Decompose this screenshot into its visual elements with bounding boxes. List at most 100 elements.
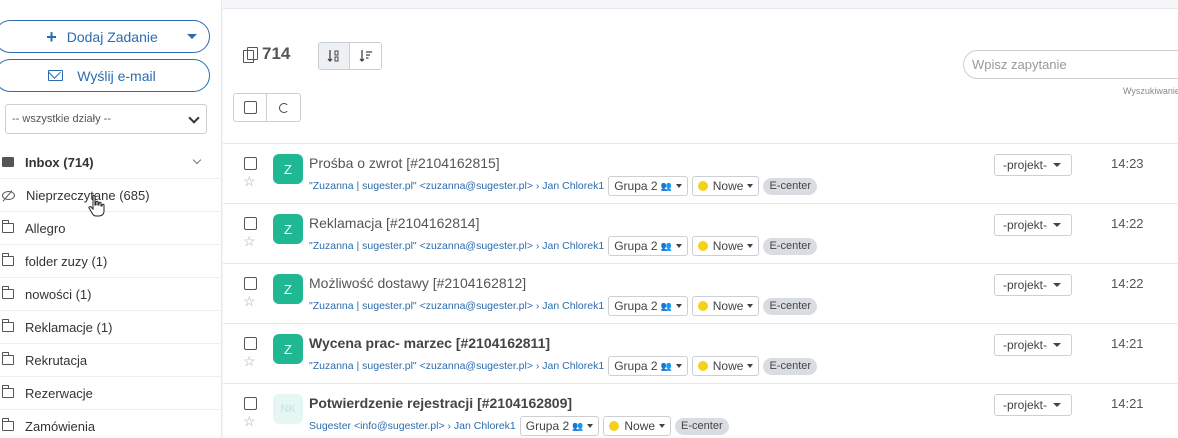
group-dropdown[interactable]: Grupa 2 👥 xyxy=(608,356,688,376)
folder-rezerwacje[interactable]: Rezerwacje xyxy=(0,377,222,410)
star-icon[interactable]: ☆ xyxy=(243,354,256,368)
avatar: Z xyxy=(273,274,303,304)
users-icon: 👥 xyxy=(660,240,672,251)
folder-icon xyxy=(2,253,14,266)
group-dropdown[interactable]: Grupa 2 👥 xyxy=(608,296,688,316)
star-icon[interactable]: ☆ xyxy=(243,414,256,428)
caret-down-icon xyxy=(1053,223,1062,227)
users-icon: 👥 xyxy=(660,300,672,311)
status-dropdown[interactable]: Nowe xyxy=(691,356,760,376)
status-dropdown[interactable]: Nowe xyxy=(691,176,760,196)
project-dropdown[interactable]: -projekt- xyxy=(994,154,1072,176)
project-dropdown[interactable]: -projekt- xyxy=(994,394,1072,416)
folder-zuzy[interactable]: folder zuzy (1) xyxy=(0,245,222,278)
select-all-checkbox[interactable] xyxy=(243,101,257,114)
project-dropdown[interactable]: -projekt- xyxy=(994,274,1072,296)
ticket-from[interactable]: Sugester <info@sugester.pl> › Jan Chlore… xyxy=(309,420,516,432)
envelope-icon xyxy=(48,70,64,81)
group-dropdown[interactable]: Grupa 2 👥 xyxy=(608,176,688,196)
folder-rekrutacja[interactable]: Rekrutacja xyxy=(0,344,222,377)
send-email-button[interactable]: Wyślij e-mail xyxy=(0,59,210,92)
tag-badge[interactable]: E-center xyxy=(763,297,818,315)
folder-icon xyxy=(2,220,14,233)
chevron-down-icon[interactable] xyxy=(192,155,202,165)
send-email-label: Wyślij e-mail xyxy=(77,67,156,84)
ticket-from[interactable]: "Zuzanna | sugester.pl" <zuzanna@sugeste… xyxy=(309,300,604,312)
search-input[interactable] xyxy=(963,50,1178,79)
ticket-row[interactable]: ☆ Z Reklamacja [#2104162814] "Zuzanna | … xyxy=(223,204,1178,264)
caret-down-icon xyxy=(675,304,682,308)
group-label: Grupa 2 xyxy=(525,419,570,433)
folder-icon xyxy=(2,385,14,398)
ticket-subject[interactable]: Potwierdzenie rejestracji [#2104162809] xyxy=(309,395,572,411)
status-dropdown[interactable]: Nowe xyxy=(691,296,760,316)
ticket-meta: Sugester <info@sugester.pl> › Jan Chlore… xyxy=(309,416,729,436)
main-panel: 714 Wyszukiwanie ☆ Z Prośba o zw xyxy=(223,0,1178,438)
status-dropdown[interactable]: Nowe xyxy=(691,236,760,256)
caret-down-icon[interactable] xyxy=(187,34,197,39)
group-dropdown[interactable]: Grupa 2 👥 xyxy=(519,416,600,436)
department-select[interactable]: -- wszystkie działy -- xyxy=(5,104,207,134)
row-checkbox[interactable] xyxy=(244,277,257,290)
ticket-subject[interactable]: Wycena prac- marzec [#2104162811] xyxy=(309,335,550,351)
refresh-button[interactable] xyxy=(267,93,301,122)
folder-unread[interactable]: Nieprzeczytane (685) xyxy=(0,179,222,212)
ticket-time: 14:21 xyxy=(1111,336,1144,351)
refresh-icon xyxy=(278,102,289,113)
ticket-subject[interactable]: Prośba o zwrot [#2104162815] xyxy=(309,155,500,171)
ticket-count: 714 xyxy=(243,44,290,64)
ticket-time: 14:22 xyxy=(1111,216,1144,231)
folder-reklamacje[interactable]: Reklamacje (1) xyxy=(0,311,222,344)
folder-allegro[interactable]: Allegro xyxy=(0,212,222,245)
tag-badge[interactable]: E-center xyxy=(763,237,818,255)
caret-down-icon xyxy=(675,244,682,248)
group-label: Grupa 2 xyxy=(614,359,658,373)
inbox-icon xyxy=(2,157,14,167)
ticket-row[interactable]: ☆ Z Wycena prac- marzec [#2104162811] "Z… xyxy=(223,324,1178,384)
ticket-subject[interactable]: Możliwość dostawy [#2104162812] xyxy=(309,275,526,291)
row-checkbox[interactable] xyxy=(244,157,257,170)
folder-zamowienia[interactable]: Zamówienia xyxy=(0,410,222,438)
ticket-row[interactable]: ☆ Z Możliwość dostawy [#2104162812] "Zuz… xyxy=(223,264,1178,324)
ticket-row[interactable]: ☆ Z Prośba o zwrot [#2104162815] "Zuzann… xyxy=(223,144,1178,204)
ticket-subject[interactable]: Reklamacja [#2104162814] xyxy=(309,215,479,231)
sort-desc-button[interactable] xyxy=(318,42,350,70)
star-icon[interactable]: ☆ xyxy=(243,294,256,308)
project-label: -projekt- xyxy=(1003,218,1048,232)
caret-down-icon xyxy=(1053,403,1062,407)
sort-list-button[interactable] xyxy=(350,42,382,70)
ticket-row[interactable]: ☆ NK Potwierdzenie rejestracji [#2104162… xyxy=(223,384,1178,438)
project-dropdown[interactable]: -projekt- xyxy=(994,214,1072,236)
group-dropdown[interactable]: Grupa 2 👥 xyxy=(608,236,688,256)
ticket-from[interactable]: "Zuzanna | sugester.pl" <zuzanna@sugeste… xyxy=(309,240,604,252)
ticket-meta: "Zuzanna | sugester.pl" <zuzanna@sugeste… xyxy=(309,356,818,376)
caret-down-icon xyxy=(659,424,666,428)
ticket-from[interactable]: "Zuzanna | sugester.pl" <zuzanna@sugeste… xyxy=(309,180,604,192)
star-icon[interactable]: ☆ xyxy=(243,234,256,248)
caret-down-icon xyxy=(747,244,754,248)
status-label: Nowe xyxy=(712,239,744,253)
project-dropdown[interactable]: -projekt- xyxy=(994,334,1072,356)
caret-down-icon xyxy=(1053,283,1062,287)
sidebar: + Dodaj Zadanie Wyślij e-mail -- wszystk… xyxy=(0,0,222,438)
toolbar: 714 Wyszukiwanie xyxy=(223,8,1178,143)
folder-label: Allegro xyxy=(25,220,66,236)
folder-nowosci[interactable]: nowości (1) xyxy=(0,278,222,311)
folder-label: Inbox (714) xyxy=(25,154,94,170)
folder-label: Rezerwacje xyxy=(25,385,93,401)
tag-badge[interactable]: E-center xyxy=(763,177,818,195)
ticket-from[interactable]: "Zuzanna | sugester.pl" <zuzanna@sugeste… xyxy=(309,360,604,372)
ticket-meta: "Zuzanna | sugester.pl" <zuzanna@sugeste… xyxy=(309,176,818,196)
tag-badge[interactable]: E-center xyxy=(763,357,818,375)
select-all-button[interactable] xyxy=(233,93,267,122)
folder-inbox[interactable]: Inbox (714) xyxy=(0,146,222,179)
row-checkbox[interactable] xyxy=(244,397,257,410)
status-dropdown[interactable]: Nowe xyxy=(603,416,672,436)
tag-badge[interactable]: E-center xyxy=(675,417,729,435)
star-icon[interactable]: ☆ xyxy=(243,174,256,188)
ticket-time: 14:23 xyxy=(1111,156,1144,171)
search-hint: Wyszukiwanie xyxy=(1123,86,1178,96)
row-checkbox[interactable] xyxy=(244,217,257,230)
add-task-button[interactable]: + Dodaj Zadanie xyxy=(0,20,210,53)
row-checkbox[interactable] xyxy=(244,337,257,350)
